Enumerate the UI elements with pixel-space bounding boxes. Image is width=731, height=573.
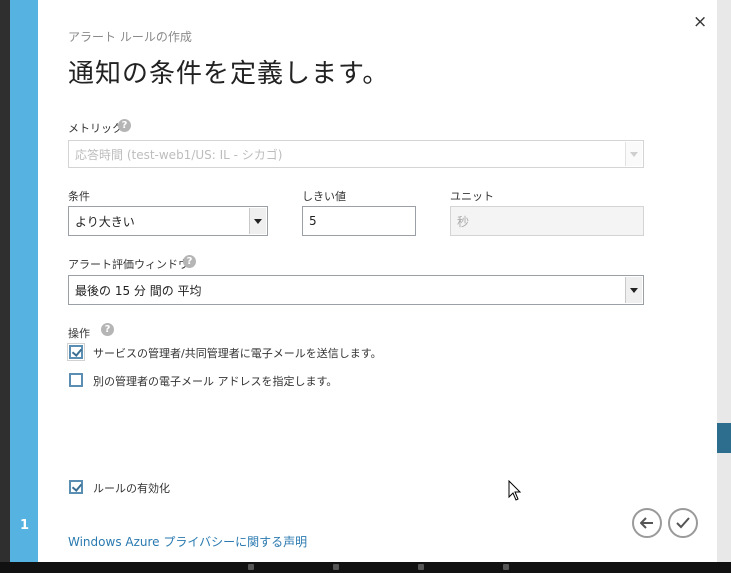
- chevron-down-icon: [625, 277, 642, 303]
- enable-rule-checkbox[interactable]: [69, 480, 83, 494]
- help-icon[interactable]: ?: [101, 323, 114, 336]
- email-other-label: 別の管理者の電子メール アドレスを指定します。: [93, 375, 338, 388]
- email-admins-label: サービスの管理者/共同管理者に電子メールを送信します。: [93, 347, 382, 360]
- confirm-button[interactable]: [668, 508, 698, 538]
- help-icon[interactable]: ?: [118, 119, 131, 132]
- help-icon[interactable]: ?: [183, 255, 196, 268]
- unit-field: 秒: [450, 206, 644, 236]
- privacy-link[interactable]: Windows Azure プライバシーに関する声明: [68, 533, 307, 550]
- background-taskbar: [0, 562, 731, 573]
- window-select[interactable]: 最後の 15 分 間の 平均: [68, 275, 644, 305]
- window-value: 最後の 15 分 間の 平均: [75, 283, 202, 298]
- condition-value: より大きい: [75, 214, 135, 229]
- step-number: 1: [20, 518, 30, 533]
- unit-label: ユニット: [450, 190, 494, 203]
- chevron-down-icon: [249, 208, 266, 234]
- enable-rule-label: ルールの有効化: [93, 482, 170, 495]
- metric-select[interactable]: 応答時間 (test-web1/US: IL - シカゴ): [68, 140, 644, 168]
- back-button[interactable]: [632, 508, 662, 538]
- mouse-cursor-icon: [508, 480, 522, 501]
- actions-label: 操作: [68, 327, 90, 340]
- metric-label: メトリック: [68, 122, 123, 135]
- email-admins-checkbox[interactable]: [67, 343, 85, 361]
- metric-value: 応答時間 (test-web1/US: IL - シカゴ): [75, 147, 283, 162]
- threshold-input[interactable]: 5: [302, 206, 416, 236]
- background-panel: [717, 0, 731, 573]
- threshold-value: 5: [309, 214, 317, 228]
- wizard-step-rail: 1: [10, 0, 38, 562]
- close-icon[interactable]: ×: [693, 13, 707, 31]
- dialog-subtitle: アラート ルールの作成: [68, 30, 192, 44]
- chevron-down-icon: [625, 142, 642, 166]
- alert-rule-dialog: 1 × アラート ルールの作成 通知の条件を定義します。 メトリック ? 応答時…: [0, 0, 717, 562]
- arrow-left-icon: [640, 517, 653, 529]
- page-title: 通知の条件を定義します。: [68, 59, 390, 89]
- window-label: アラート評価ウィンドウ: [68, 258, 189, 271]
- threshold-label: しきい値: [302, 190, 346, 203]
- condition-label: 条件: [68, 190, 90, 203]
- background-selected-row: [717, 423, 731, 453]
- email-other-checkbox[interactable]: [69, 373, 83, 387]
- checkmark-icon: [676, 517, 690, 529]
- condition-select[interactable]: より大きい: [68, 206, 268, 236]
- unit-value: 秒: [457, 214, 470, 229]
